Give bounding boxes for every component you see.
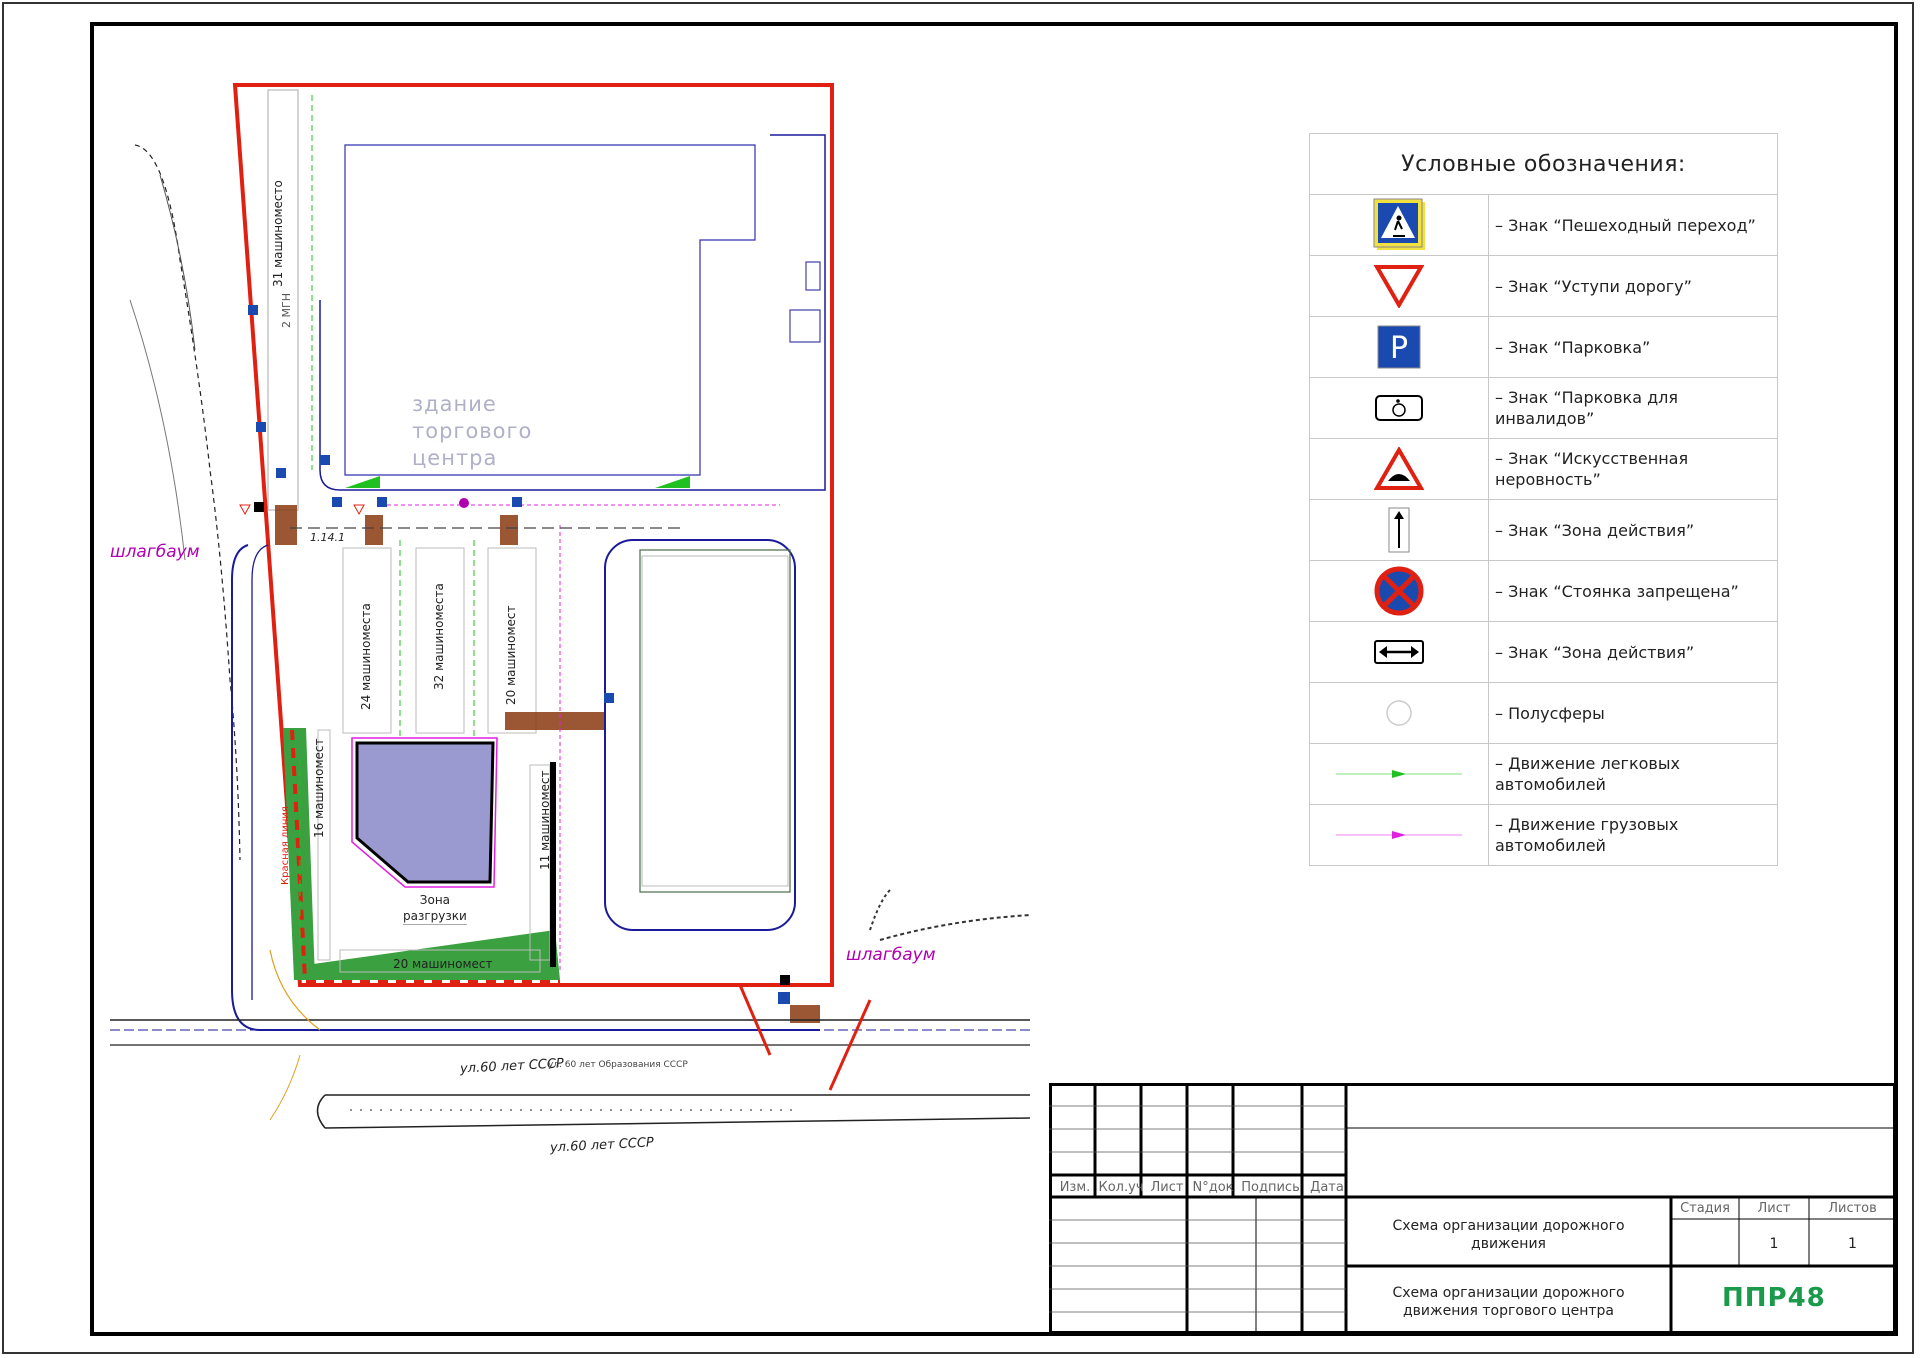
parking-label-24: 24 машиноместа — [359, 603, 373, 710]
stage-header: Стадия — [1680, 1201, 1730, 1216]
legend-text: – Знак “Уступи дорогу” — [1495, 276, 1692, 296]
disabled-parking-sign-icon — [1310, 378, 1489, 438]
building-label: здание торгового центра — [412, 392, 533, 470]
unload-zone-label: Зона разгрузки — [403, 893, 467, 925]
give-way-sign-icon — [1310, 256, 1489, 316]
legend-text: – Знак “Парковка” — [1495, 337, 1651, 357]
legend-text: – Движение легковых автомобилей — [1495, 754, 1680, 794]
legend-text: – Знак “Искусственная неровность” — [1495, 449, 1689, 489]
mgn-label: 2 МГН — [280, 293, 293, 328]
barrier-label-left: шлагбаум — [110, 542, 200, 562]
col-header-list: Лист — [1150, 1180, 1184, 1195]
col-header-doc: N°док — [1192, 1180, 1234, 1195]
legend-text: – Движение грузовых автомобилей — [1495, 815, 1679, 855]
company-logo: ППР48 — [1722, 1283, 1826, 1313]
legend-row-truck-traffic: – Движение грузовых автомобилей — [1310, 805, 1777, 865]
zone-double-arrow-icon — [1310, 622, 1489, 682]
col-header-izm: Изм. — [1059, 1180, 1091, 1195]
barrier-label-right: шлагбаум — [846, 945, 936, 965]
parking-label-20-horizontal: 20 машиномест — [393, 957, 493, 971]
parking-label-11: 11 машиномест — [538, 770, 552, 870]
sheet-number: 1 — [1769, 1236, 1779, 1252]
parking-sign-icon: P — [1310, 317, 1489, 377]
sheet-title: Схема организации дорожного движения тор… — [1392, 1285, 1625, 1319]
legend-row-disabled-parking: – Знак “Парковка для инвалидов” — [1310, 378, 1777, 439]
hemisphere-icon — [1310, 683, 1489, 743]
no-stopping-sign-icon — [1310, 561, 1489, 621]
legend-text: – Знак “Пешеходный переход” — [1495, 215, 1756, 235]
red-line-label: Красная линия — [280, 806, 291, 885]
legend-text: – Знак “Зона действия” — [1495, 642, 1695, 662]
legend-row-give-way: – Знак “Уступи дорогу” — [1310, 256, 1777, 317]
legend-text: – Знак “Парковка для инвалидов” — [1495, 388, 1678, 428]
pedestrian-crossing-sign-icon — [1310, 195, 1489, 255]
parking-label-31: 31 машиноместо — [271, 180, 285, 287]
sheet-header: Лист — [1757, 1201, 1791, 1216]
speed-bump-sign-icon — [1310, 439, 1489, 499]
zone-arrow-icon — [1310, 500, 1489, 560]
legend-row-zone-double-arrow: – Знак “Зона действия” — [1310, 622, 1777, 683]
legend-text: – Знак “Зона действия” — [1495, 520, 1695, 540]
legend-title: Условные обозначения: — [1310, 134, 1777, 195]
legend-row-hemispheres: – Полусферы — [1310, 683, 1777, 744]
document-title: Схема организации дорожного движения — [1392, 1218, 1625, 1252]
legend-row-speed-bump: – Знак “Искусственная неровность” — [1310, 439, 1777, 500]
legend-text: – Знак “Стоянка запрещена” — [1495, 581, 1739, 601]
legend-text: – Полусферы — [1495, 703, 1605, 723]
parking-label-16: 16 машиномест — [312, 738, 326, 838]
legend-row-zone-arrow: – Знак “Зона действия” — [1310, 500, 1777, 561]
col-header-kol-uch: Кол.уч — [1098, 1180, 1144, 1195]
col-header-date: Дата — [1310, 1180, 1344, 1195]
legend-row-parking: P – Знак “Парковка” — [1310, 317, 1777, 378]
truck-traffic-line-icon — [1310, 805, 1489, 865]
parking-label-32: 32 машиноместа — [432, 583, 446, 690]
legend: Условные обозначения: – Знак “Пешеходный… — [1309, 133, 1778, 866]
legend-row-no-stopping: – Знак “Стоянка запрещена” — [1310, 561, 1777, 622]
title-block: Изм. Кол.уч Лист N°док Подпись Дата Стад… — [1049, 1083, 1896, 1334]
sheets-count: 1 — [1848, 1236, 1857, 1252]
svg-text:P: P — [1390, 331, 1408, 366]
sheets-header: Листов — [1828, 1201, 1877, 1216]
legend-row-car-traffic: – Движение легковых автомобилей — [1310, 744, 1777, 805]
sign-1141-label: 1.14.1 — [310, 531, 345, 544]
col-header-signature: Подпись — [1241, 1180, 1300, 1195]
legend-row-pedestrian: – Знак “Пешеходный переход” — [1310, 195, 1777, 256]
parking-label-20-vertical: 20 машиномест — [504, 605, 518, 705]
car-traffic-line-icon — [1310, 744, 1489, 804]
street-label-small: ул. 60 лет Образования СССР — [548, 1060, 688, 1070]
